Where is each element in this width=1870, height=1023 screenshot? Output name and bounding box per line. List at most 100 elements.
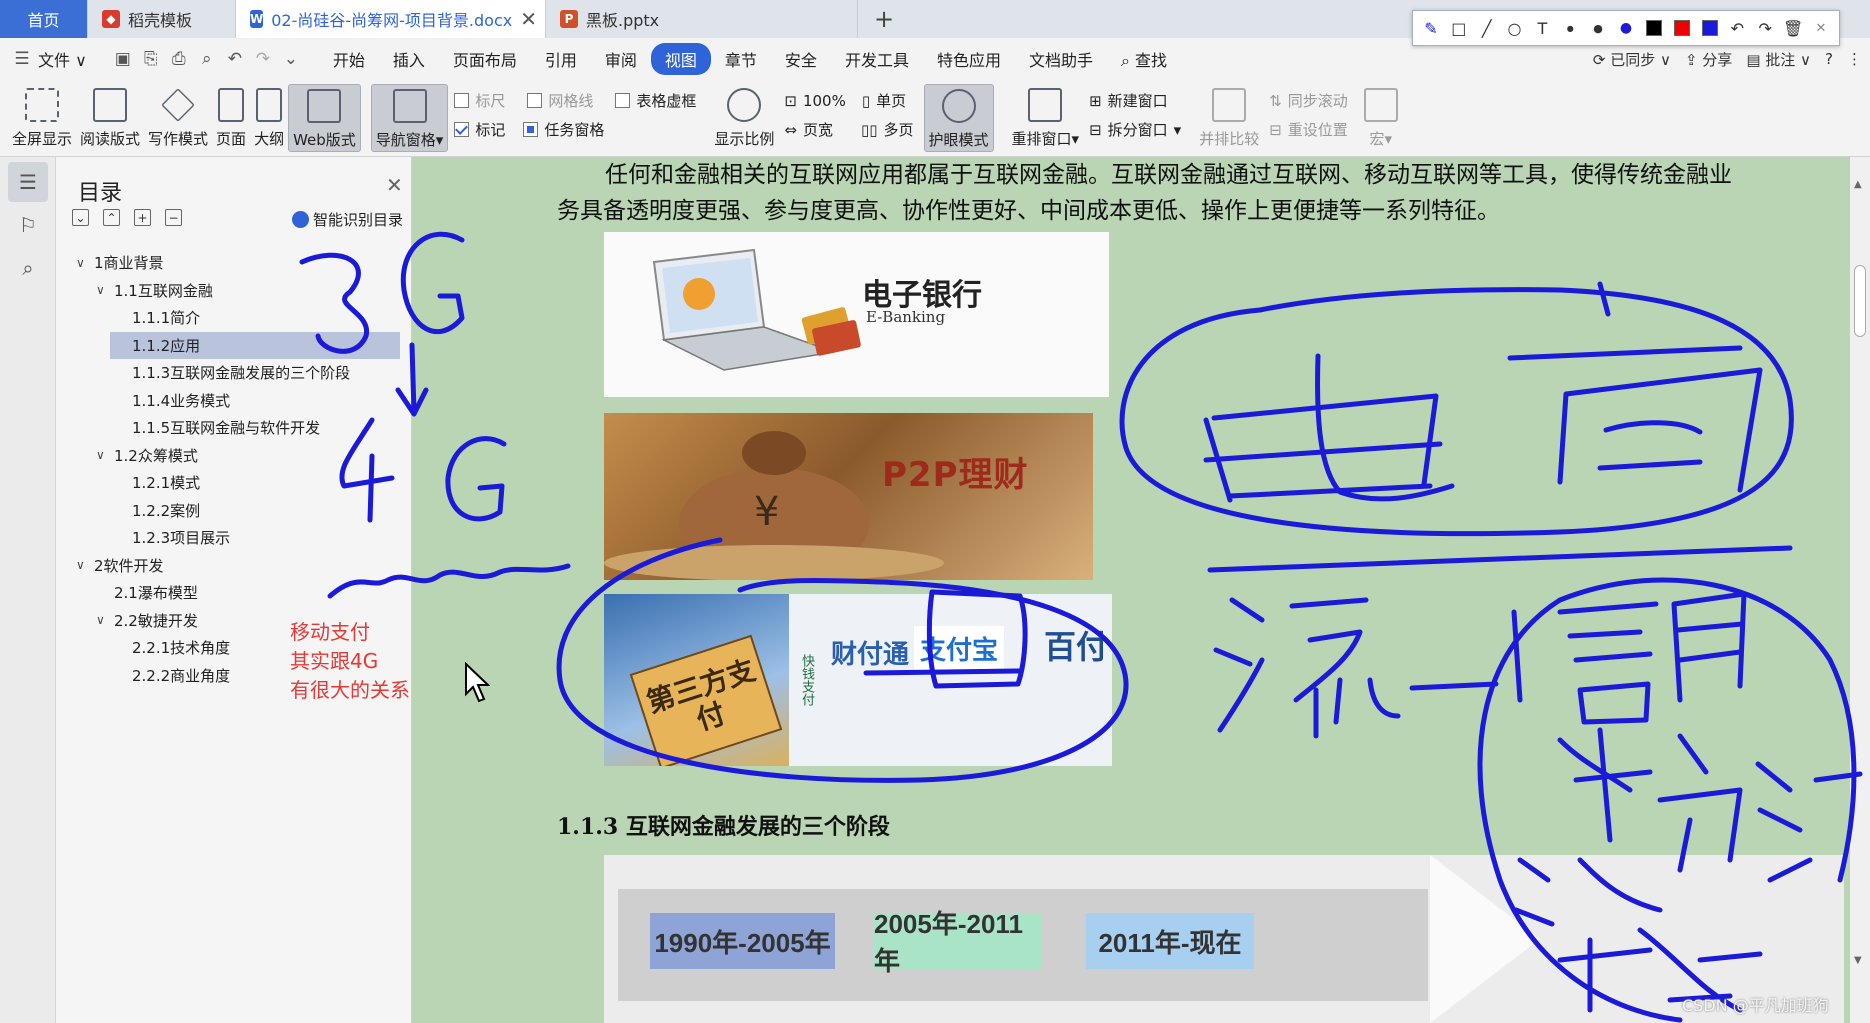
- writing-mode-button[interactable]: 写作模式: [144, 84, 212, 152]
- thick-stroke-icon[interactable]: ●: [1614, 15, 1638, 41]
- color-black-swatch[interactable]: [1642, 15, 1666, 41]
- more-icon[interactable]: ⋮: [1847, 50, 1862, 68]
- smart-toc-button[interactable]: 智能识别目录: [292, 209, 403, 230]
- undo-icon[interactable]: ↶: [221, 49, 249, 69]
- page-width-label[interactable]: 页宽: [803, 119, 833, 140]
- toc-item[interactable]: 2.1瀑布模型: [70, 579, 400, 607]
- table-grid-checkbox[interactable]: [615, 93, 631, 108]
- reading-mode-button[interactable]: 阅读版式: [76, 84, 144, 152]
- web-view-button[interactable]: Web版式: [288, 84, 361, 152]
- search-button[interactable]: ⌕ 查找: [1107, 47, 1181, 71]
- thin-stroke-icon[interactable]: ●: [1558, 15, 1582, 41]
- chevron-down-icon[interactable]: ∨: [76, 558, 90, 572]
- body-paragraph[interactable]: 任何和金融相关的互联网应用都属于互联网金融。互联网金融通过互联网、移动互联网等工…: [557, 157, 1837, 229]
- toc-item-selected[interactable]: 1.1.2应用: [110, 331, 400, 359]
- color-red-swatch[interactable]: [1670, 15, 1694, 41]
- page-view-button[interactable]: 页面: [212, 84, 250, 152]
- ellipse-icon[interactable]: ○: [1503, 15, 1527, 41]
- gridlines-checkbox[interactable]: [527, 93, 543, 108]
- document-canvas[interactable]: 任何和金融相关的互联网应用都属于互联网金融。互联网金融通过互联网、移动互联网等工…: [412, 157, 1850, 1023]
- eye-care-button[interactable]: 护眼模式: [923, 84, 994, 152]
- tab-pptx[interactable]: P 黑板.pptx: [546, 0, 858, 38]
- toc-item[interactable]: 1.2.3项目展示: [70, 524, 400, 552]
- macro-button[interactable]: 宏▾: [1360, 84, 1402, 152]
- menu-assistant[interactable]: 文档助手: [1015, 47, 1107, 71]
- menu-insert[interactable]: 插入: [379, 47, 439, 71]
- ruler-checkbox[interactable]: [454, 93, 470, 108]
- redo-icon[interactable]: ↷: [249, 49, 277, 69]
- line-icon[interactable]: ╱: [1475, 15, 1499, 41]
- chevron-down-icon[interactable]: ∨: [96, 448, 110, 462]
- menu-developer[interactable]: 开发工具: [831, 47, 923, 71]
- reset-position-button[interactable]: ⊟ 重设位置: [1269, 119, 1348, 140]
- menu-view[interactable]: 视图: [650, 43, 711, 75]
- toc-item[interactable]: ∨ 1.2众筹模式: [70, 442, 400, 470]
- menu-start[interactable]: 开始: [319, 47, 379, 71]
- tab-home[interactable]: 首页: [0, 0, 88, 38]
- menu-security[interactable]: 安全: [771, 47, 831, 71]
- toc-list-icon[interactable]: ☰: [8, 162, 48, 202]
- third-party-payment-image[interactable]: 第三方支付 财付通 支付宝 百付 快钱支付: [604, 594, 1112, 766]
- collapse-all-icon[interactable]: −: [165, 209, 182, 226]
- print-preview-icon[interactable]: ⌕: [193, 49, 221, 69]
- undo-icon[interactable]: ↶: [1725, 15, 1749, 41]
- toc-item[interactable]: ∨ 1.1互联网金融: [70, 277, 400, 305]
- toc-item[interactable]: ∨ 2软件开发: [70, 552, 400, 580]
- format-painter-icon[interactable]: ⎘: [137, 49, 165, 69]
- collapse-up-icon[interactable]: ⌃: [103, 209, 120, 226]
- single-page-label[interactable]: 单页: [876, 90, 906, 111]
- nav-pane-button[interactable]: 导航窗格▾: [370, 84, 449, 152]
- tab-docx[interactable]: W 02-尚硅谷-尚筹网-项目背景.docx ✕: [236, 0, 546, 38]
- zoom-button[interactable]: 显示比例: [710, 84, 778, 152]
- toc-item[interactable]: 1.1.1简介: [70, 304, 400, 332]
- toc-item[interactable]: 1.1.3互联网金融发展的三个阶段: [70, 359, 400, 387]
- task-pane-checkbox[interactable]: [523, 122, 539, 137]
- page-width-icon[interactable]: ⇔: [784, 121, 797, 139]
- menu-chapter[interactable]: 章节: [711, 47, 771, 71]
- scroll-up-arrow[interactable]: ▲: [1854, 179, 1862, 190]
- menu-references[interactable]: 引用: [531, 47, 591, 71]
- toc-item[interactable]: 1.2.1模式: [70, 469, 400, 497]
- redo-icon[interactable]: ↷: [1753, 15, 1777, 41]
- phase-diagram[interactable]: 1990年-2005年 2005年-2011年 2011年-现在: [604, 855, 1844, 1023]
- close-tab-icon[interactable]: ✕: [520, 7, 537, 31]
- split-window-button[interactable]: ⊟ 拆分窗口 ▾: [1089, 119, 1181, 140]
- rearrange-window-button[interactable]: 重排窗口▾: [1008, 84, 1084, 152]
- share-button[interactable]: ⇪ 分享: [1685, 49, 1732, 70]
- p2p-image[interactable]: ¥ P2P理财: [604, 413, 1093, 580]
- expand-all-icon[interactable]: +: [134, 209, 151, 226]
- toc-item[interactable]: 1.1.4业务模式: [70, 387, 400, 415]
- new-window-button[interactable]: ⊞ 新建窗口: [1089, 90, 1181, 111]
- find-icon[interactable]: ⌕: [8, 248, 48, 288]
- hamburger-icon[interactable]: ☰: [8, 49, 36, 69]
- bookmark-icon[interactable]: ⚐: [8, 205, 48, 245]
- help-icon[interactable]: ?: [1825, 50, 1833, 68]
- print-icon[interactable]: ⎙: [165, 49, 193, 69]
- menu-layout[interactable]: 页面布局: [439, 47, 531, 71]
- chevron-down-icon[interactable]: ∨: [96, 283, 110, 297]
- outline-view-button[interactable]: 大纲: [250, 84, 288, 152]
- chevron-down-icon[interactable]: ∨: [76, 256, 90, 270]
- menu-review[interactable]: 审阅: [591, 47, 651, 71]
- sync-scroll-button[interactable]: ⇅ 同步滚动: [1269, 90, 1348, 111]
- comment-button[interactable]: ▤ 批注 ∨: [1746, 49, 1811, 70]
- collapse-down-icon[interactable]: ⌄: [72, 209, 89, 226]
- single-page-icon[interactable]: ▯: [862, 92, 870, 110]
- section-heading[interactable]: 1.1.3 互联网金融发展的三个阶段: [557, 809, 890, 841]
- save-icon[interactable]: ▣: [109, 49, 137, 69]
- menu-features[interactable]: 特色应用: [923, 47, 1015, 71]
- side-by-side-button[interactable]: 并排比较: [1195, 84, 1263, 152]
- new-tab-button[interactable]: +: [858, 0, 910, 38]
- vertical-scrollbar[interactable]: ▲ ▼: [1850, 157, 1870, 1023]
- ebanking-image[interactable]: 电子银行 E-Banking: [604, 232, 1109, 397]
- fullscreen-button[interactable]: 全屏显示: [8, 84, 76, 152]
- zoom-100-button[interactable]: ⊡ 100% ▯ 单页: [784, 90, 913, 111]
- close-icon[interactable]: ✕: [386, 173, 403, 197]
- color-blue-swatch[interactable]: [1698, 15, 1722, 41]
- menu-file[interactable]: 文件 ∨: [36, 47, 101, 71]
- sync-button[interactable]: ⟳ 已同步 ∨: [1593, 49, 1671, 70]
- toc-item[interactable]: 1.2.2案例: [70, 497, 400, 525]
- scrollbar-thumb[interactable]: [1854, 265, 1866, 337]
- trash-icon[interactable]: 🗑: [1781, 15, 1805, 41]
- tab-docer-template[interactable]: ◆ 稻壳模板: [88, 0, 236, 38]
